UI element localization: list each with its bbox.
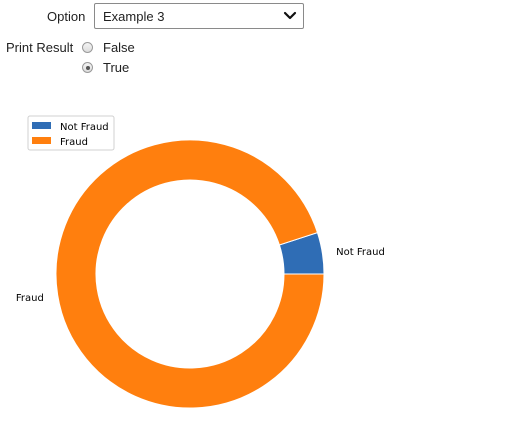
fraud-donut-chart: Not Fraud Fraud Not Fraud Fraud xyxy=(16,115,385,409)
slice-label-not-fraud: Not Fraud xyxy=(336,247,385,258)
donut-slice-fraud xyxy=(55,139,325,409)
legend-swatch-fraud xyxy=(32,137,51,144)
legend-label-fraud: Fraud xyxy=(60,137,88,148)
legend-swatch-not-fraud xyxy=(32,122,51,129)
slice-label-fraud: Fraud xyxy=(16,293,44,304)
legend-label-not-fraud: Not Fraud xyxy=(60,122,109,133)
chart-legend: Not Fraud Fraud xyxy=(27,115,115,151)
